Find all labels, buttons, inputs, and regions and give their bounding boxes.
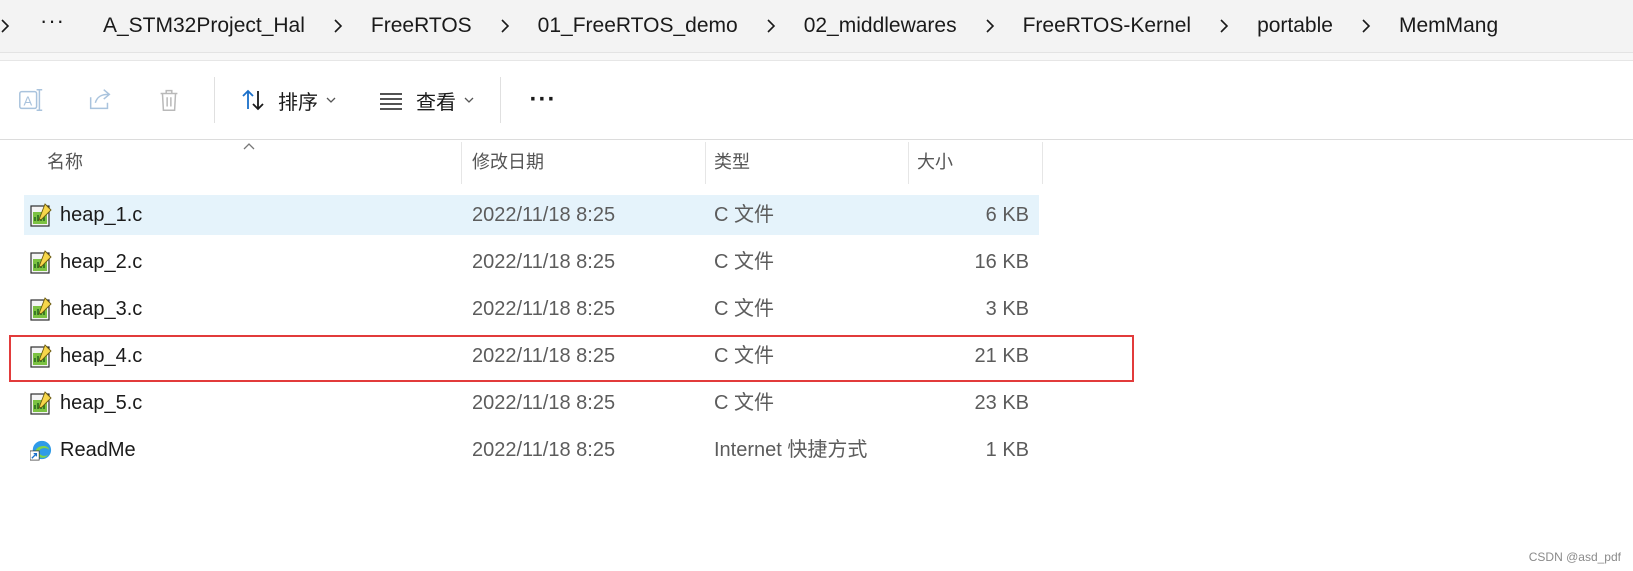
c-file-icon — [30, 250, 52, 274]
column-header-name[interactable]: 名称 — [47, 140, 83, 184]
file-name: ReadMe — [60, 439, 136, 461]
column-header-type[interactable]: 类型 — [714, 140, 750, 184]
chevron-right-icon[interactable] — [0, 18, 14, 34]
file-name: heap_5.c — [60, 392, 143, 414]
annotation-highlight-box — [9, 335, 1134, 382]
breadcrumb-item-kernel[interactable]: FreeRTOS-Kernel — [1017, 10, 1197, 42]
sort-icon — [242, 89, 264, 111]
sort-button[interactable]: 排序 — [240, 81, 336, 119]
chevron-right-icon[interactable] — [329, 18, 347, 34]
chevron-right-icon[interactable] — [981, 18, 999, 34]
more-options-button[interactable]: ··· — [528, 85, 558, 115]
trash-icon[interactable] — [154, 85, 184, 115]
file-size: 3 KB — [985, 298, 1029, 320]
file-modified: 2022/11/18 8:25 — [472, 392, 616, 414]
file-type: C 文件 — [714, 251, 774, 273]
breadcrumb-item-freertos[interactable]: FreeRTOS — [365, 10, 478, 42]
file-modified: 2022/11/18 8:25 — [472, 439, 616, 461]
chevron-right-icon[interactable] — [496, 18, 514, 34]
column-header-row: 名称 修改日期 类型 大小 — [0, 140, 1045, 184]
svg-text:A: A — [24, 94, 33, 109]
watermark: CSDN @asd_pdf — [1528, 550, 1621, 564]
column-header-size[interactable]: 大小 — [917, 140, 953, 184]
column-divider[interactable] — [1042, 142, 1043, 184]
file-size: 1 KB — [985, 439, 1029, 461]
file-size: 6 KB — [985, 204, 1029, 226]
file-name: heap_3.c — [60, 298, 143, 320]
file-type: C 文件 — [714, 392, 774, 414]
toolbar-separator — [214, 77, 215, 123]
column-divider[interactable] — [908, 142, 909, 184]
file-size: 16 KB — [974, 251, 1029, 273]
list-view-icon — [380, 93, 402, 110]
c-file-icon — [30, 203, 52, 227]
chevron-down-icon — [326, 97, 336, 103]
breadcrumb-item-demo[interactable]: 01_FreeRTOS_demo — [532, 10, 744, 42]
divider — [0, 53, 1633, 61]
chevron-right-icon[interactable] — [762, 18, 780, 34]
file-type: C 文件 — [714, 204, 774, 226]
c-file-icon — [30, 391, 52, 415]
file-modified: 2022/11/18 8:25 — [472, 204, 616, 226]
toolbar-separator — [500, 77, 501, 123]
file-name: heap_2.c — [60, 251, 143, 273]
file-type: Internet 快捷方式 — [714, 439, 868, 461]
view-label: 查看 — [416, 91, 456, 114]
rename-icon[interactable]: A — [16, 85, 46, 115]
file-row-heap-1[interactable]: heap_1.c 2022/11/18 8:25 C 文件 6 KB — [24, 195, 1039, 235]
chevron-right-icon[interactable] — [1357, 18, 1375, 34]
breadcrumb-item-middlewares[interactable]: 02_middlewares — [798, 10, 963, 42]
file-type: C 文件 — [714, 298, 774, 320]
c-file-icon — [30, 297, 52, 321]
chevron-down-icon — [464, 97, 474, 103]
breadcrumb-item-project[interactable]: A_STM32Project_Hal — [97, 10, 311, 42]
breadcrumb-item-memmang[interactable]: MemMang — [1393, 10, 1504, 42]
breadcrumb-item-portable[interactable]: portable — [1251, 10, 1339, 42]
breadcrumb: ··· A_STM32Project_Hal FreeRTOS 01_FreeR… — [0, 0, 1633, 53]
file-row-heap-5[interactable]: heap_5.c 2022/11/18 8:25 C 文件 23 KB — [24, 383, 1039, 423]
column-header-modified[interactable]: 修改日期 — [472, 140, 544, 184]
share-icon[interactable] — [85, 85, 115, 115]
file-row-heap-3[interactable]: heap_3.c 2022/11/18 8:25 C 文件 3 KB — [24, 289, 1039, 329]
file-modified: 2022/11/18 8:25 — [472, 298, 616, 320]
file-size: 23 KB — [974, 392, 1029, 414]
sort-label: 排序 — [278, 91, 318, 114]
file-row-readme[interactable]: ReadMe 2022/11/18 8:25 Internet 快捷方式 1 K… — [24, 430, 1039, 470]
view-button[interactable]: 查看 — [378, 81, 474, 119]
file-name: heap_1.c — [60, 204, 143, 226]
breadcrumb-overflow-button[interactable]: ··· — [40, 8, 65, 34]
command-bar: A 排序 查看 ··· — [0, 61, 1633, 140]
file-row-heap-2[interactable]: heap_2.c 2022/11/18 8:25 C 文件 16 KB — [24, 242, 1039, 282]
edge-shortcut-icon — [30, 440, 52, 461]
column-divider[interactable] — [461, 142, 462, 184]
file-modified: 2022/11/18 8:25 — [472, 251, 616, 273]
column-divider[interactable] — [705, 142, 706, 184]
chevron-right-icon[interactable] — [1215, 18, 1233, 34]
